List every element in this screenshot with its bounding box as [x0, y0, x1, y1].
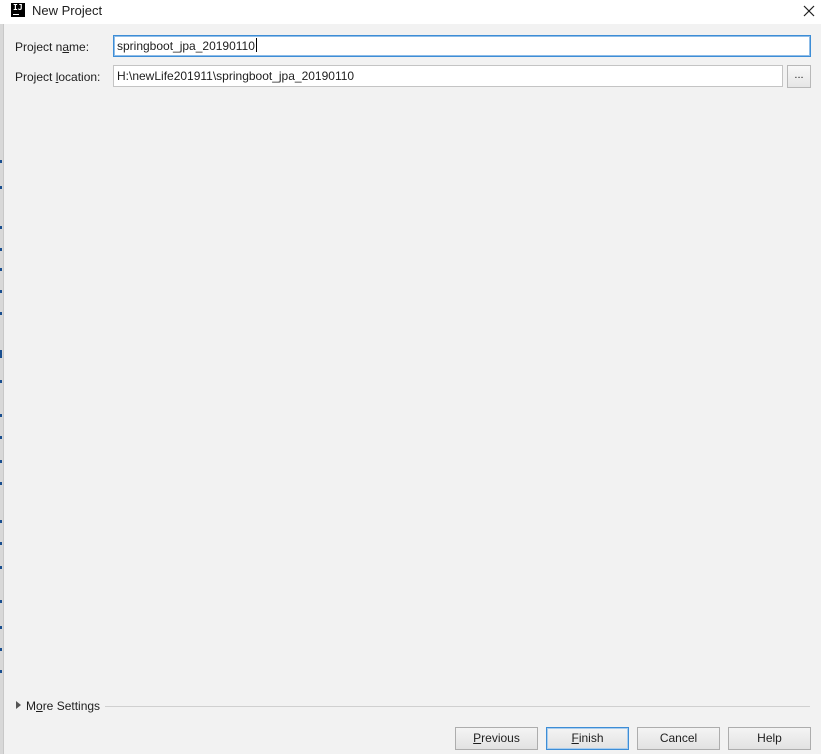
close-button[interactable]	[797, 0, 821, 24]
close-icon	[803, 5, 815, 17]
project-location-input[interactable]: H:\newLife201911\springboot_jpa_20190110	[113, 65, 783, 87]
cancel-button[interactable]: Cancel	[637, 727, 720, 750]
project-name-input[interactable]: springboot_jpa_20190110	[113, 35, 811, 57]
background-window-edge	[0, 0, 4, 754]
settings-separator	[105, 706, 810, 707]
window-title: New Project	[32, 3, 103, 18]
help-button[interactable]: Help	[728, 727, 811, 750]
more-settings-label: More Settings	[26, 699, 101, 713]
browse-location-button[interactable]: ...	[787, 65, 811, 88]
new-project-dialog: IJ New Project Project name: springboot_…	[0, 0, 821, 754]
intellij-app-icon: IJ	[11, 3, 25, 17]
project-location-label: Project location:	[15, 70, 101, 84]
finish-button[interactable]: Finish	[546, 727, 629, 750]
previous-button[interactable]: Previous	[455, 727, 538, 750]
expand-triangle-icon	[16, 701, 21, 709]
project-name-label: Project name:	[15, 40, 90, 54]
title-bar: IJ New Project	[0, 0, 821, 24]
app-icon-letters: IJ	[13, 3, 23, 12]
